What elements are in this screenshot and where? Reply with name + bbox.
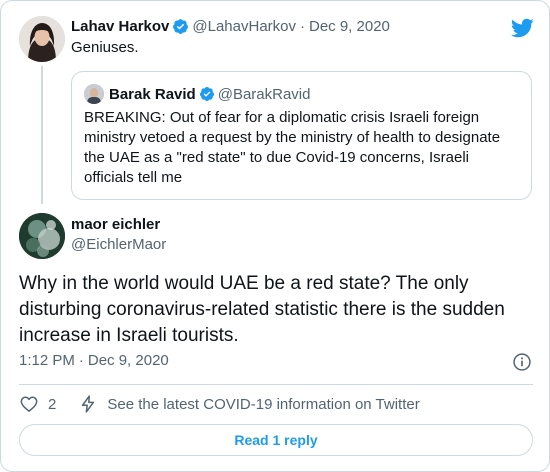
- parent-tweet-text: Geniuses.: [71, 39, 139, 56]
- read-reply-button[interactable]: Read 1 reply: [19, 424, 533, 456]
- lightning-bolt-icon: [82, 395, 95, 413]
- like-count[interactable]: 2: [48, 396, 56, 413]
- tweet-date[interactable]: Dec 9, 2020: [88, 352, 169, 369]
- verified-badge-icon: [199, 87, 214, 101]
- twitter-bird-icon[interactable]: [510, 16, 534, 40]
- tweet-actions-row: 2 See the latest COVID-19 information on…: [19, 393, 420, 415]
- parent-tweet-date[interactable]: Dec 9, 2020: [309, 18, 390, 35]
- info-icon[interactable]: [512, 352, 532, 372]
- main-author-name[interactable]: maor eichler: [71, 215, 166, 235]
- lahav-harkov-avatar[interactable]: [19, 16, 65, 62]
- covid-info-link[interactable]: See the latest COVID-19 information on T…: [107, 396, 419, 413]
- verified-badge-icon: [173, 18, 189, 34]
- main-author-handle[interactable]: @EichlerMaor: [71, 235, 166, 255]
- heart-icon[interactable]: [19, 394, 39, 414]
- maor-eichler-avatar[interactable]: [19, 213, 65, 259]
- parent-author-handle[interactable]: @LahavHarkov: [192, 18, 296, 35]
- main-tweet-timestamp[interactable]: 1:12 PM · Dec 9, 2020: [19, 352, 169, 369]
- quoted-tweet-text: BREAKING: Out of fear for a diplomatic c…: [84, 109, 501, 186]
- main-tweet-text: Why in the world would UAE be a red stat…: [19, 273, 505, 346]
- main-tweet-author[interactable]: maor eichler @EichlerMaor: [71, 215, 166, 255]
- barak-ravid-avatar: [84, 84, 104, 104]
- separator-dot: ·: [300, 17, 305, 35]
- parent-author-name[interactable]: Lahav Harkov: [71, 18, 169, 35]
- parent-tweet-author-row[interactable]: Lahav Harkov @LahavHarkov · Dec 9, 2020: [71, 16, 390, 36]
- quoted-author-handle: @BarakRavid: [217, 85, 311, 103]
- divider: [19, 384, 533, 385]
- thread-connector-line: [41, 66, 43, 204]
- quoted-tweet[interactable]: Barak Ravid @BarakRavid BREAKING: Out of…: [71, 71, 532, 200]
- embedded-tweet-card: Lahav Harkov @LahavHarkov · Dec 9, 2020 …: [0, 0, 550, 472]
- separator-dot: ·: [78, 352, 84, 369]
- quoted-author-name: Barak Ravid: [109, 85, 196, 103]
- tweet-time[interactable]: 1:12 PM: [19, 352, 75, 369]
- quoted-tweet-author-row: Barak Ravid @BarakRavid: [109, 84, 310, 104]
